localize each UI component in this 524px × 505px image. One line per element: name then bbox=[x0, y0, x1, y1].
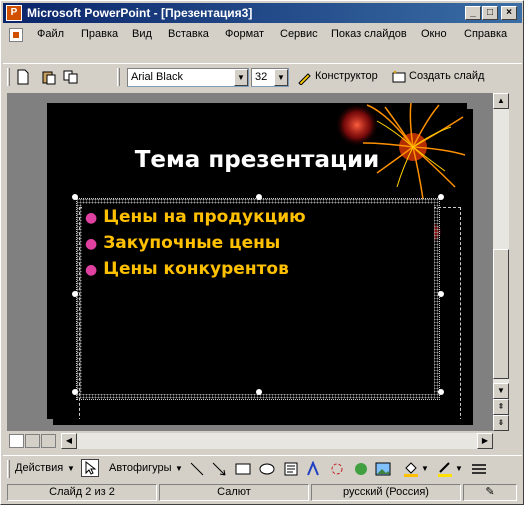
bullet-list: ● Цены на продукцию ● Закупочные цены ● Цен… bbox=[85, 207, 306, 285]
picture-icon[interactable] bbox=[375, 461, 391, 477]
bullet-text: Цены на продукцию bbox=[103, 207, 306, 227]
clipart-icon[interactable] bbox=[353, 461, 369, 477]
chevron-down-icon[interactable]: ▼ bbox=[455, 464, 463, 473]
window-title: Microsoft PowerPoint - [Презентация3] bbox=[27, 6, 253, 20]
diagram-icon[interactable] bbox=[329, 461, 345, 477]
scroll-up-button[interactable]: ▲ bbox=[493, 93, 509, 109]
spelling-icon[interactable]: ✎ bbox=[463, 484, 517, 501]
status-bar: Слайд 2 из 2 Салют русский (Россия) ✎ bbox=[3, 482, 522, 502]
menu-tools[interactable]: Сервис bbox=[280, 28, 318, 40]
designer-icon[interactable] bbox=[297, 69, 313, 85]
chevron-down-icon[interactable]: ▼ bbox=[234, 69, 248, 86]
line-icon[interactable] bbox=[189, 461, 205, 477]
powerpoint-window: P Microsoft PowerPoint - [Презентация3] … bbox=[0, 0, 524, 505]
document-icon[interactable] bbox=[9, 28, 23, 42]
new-slide-icon[interactable] bbox=[391, 69, 407, 85]
select-pointer-icon[interactable] bbox=[81, 459, 99, 477]
bullet-item[interactable]: ● Закупочные цены bbox=[85, 233, 306, 259]
status-design: Салют bbox=[159, 484, 309, 501]
resize-handle-tr[interactable] bbox=[438, 194, 444, 200]
slide-title[interactable]: Тема презентации bbox=[47, 147, 467, 173]
autoshapes-menu[interactable]: Автофигуры bbox=[109, 462, 172, 474]
actions-menu[interactable]: Действия bbox=[15, 462, 63, 474]
menu-edit[interactable]: Правка bbox=[81, 28, 118, 40]
font-name-combo[interactable]: Arial Black ▼ bbox=[127, 68, 249, 87]
close-button[interactable]: × bbox=[501, 6, 517, 20]
designer-button[interactable]: Конструктор bbox=[315, 70, 378, 82]
toolbar-grip-3[interactable] bbox=[7, 460, 10, 478]
next-slide-button[interactable]: ⇟ bbox=[493, 415, 509, 431]
drawing-toolbar: Действия ▼ Автофигуры ▼ ▼ ▼ bbox=[3, 455, 522, 479]
font-name-value: Arial Black bbox=[131, 71, 183, 83]
toolbar-grip[interactable] bbox=[7, 68, 10, 86]
font-size-value: 32 bbox=[255, 71, 268, 83]
slide-pane[interactable]: Тема презентации ● Цены на продукцию ● Зак… bbox=[7, 93, 493, 431]
status-language: русский (Россия) bbox=[311, 484, 461, 501]
status-slide-info: Слайд 2 из 2 bbox=[7, 484, 157, 501]
scroll-left-button[interactable]: ◀ bbox=[61, 433, 77, 449]
horizontal-scrollbar[interactable]: ◀ ▶ bbox=[61, 433, 493, 449]
line-color-icon[interactable] bbox=[437, 461, 453, 477]
rectangle-icon[interactable] bbox=[235, 461, 251, 477]
normal-view-icon[interactable] bbox=[9, 434, 24, 448]
wordart-icon[interactable] bbox=[305, 461, 321, 477]
vertical-scrollbar[interactable]: ▲ ▼ ⇞ ⇟ bbox=[493, 93, 509, 431]
bullet-item[interactable]: ● Цены на продукцию bbox=[85, 207, 306, 233]
menu-insert[interactable]: Вставка bbox=[168, 28, 209, 40]
maximize-button[interactable]: □ bbox=[482, 6, 498, 20]
chevron-down-icon[interactable]: ▼ bbox=[274, 69, 288, 86]
slide[interactable]: Тема презентации ● Цены на продукцию ● Зак… bbox=[47, 103, 467, 419]
scroll-thumb[interactable] bbox=[493, 249, 509, 379]
menu-format[interactable]: Формат bbox=[225, 28, 264, 40]
resize-handle-mr[interactable] bbox=[438, 291, 444, 297]
new-slide-button[interactable]: Создать слайд bbox=[409, 70, 484, 82]
menu-view[interactable]: Вид bbox=[132, 28, 152, 40]
menu-slideshow[interactable]: Показ слайдов bbox=[331, 28, 407, 40]
line-style-icon[interactable] bbox=[471, 461, 487, 477]
minimize-button[interactable]: _ bbox=[465, 6, 481, 20]
scroll-right-button[interactable]: ▶ bbox=[477, 433, 493, 449]
powerpoint-icon[interactable]: P bbox=[6, 5, 22, 21]
resize-handle-bc[interactable] bbox=[256, 389, 262, 395]
resize-handle-ml[interactable] bbox=[72, 291, 78, 297]
arrow-icon[interactable] bbox=[211, 461, 227, 477]
font-size-combo[interactable]: 32 ▼ bbox=[251, 68, 289, 87]
previous-slide-button[interactable]: ⇞ bbox=[493, 399, 509, 415]
bullet-text: Закупочные цены bbox=[103, 233, 281, 253]
scroll-down-button[interactable]: ▼ bbox=[493, 383, 509, 399]
resize-handle-tl[interactable] bbox=[72, 194, 78, 200]
paste-icon[interactable] bbox=[41, 69, 57, 85]
slide-sorter-view-icon[interactable] bbox=[25, 434, 40, 448]
title-bar[interactable]: P Microsoft PowerPoint - [Презентация3] … bbox=[3, 3, 522, 23]
slideshow-view-icon[interactable] bbox=[41, 434, 56, 448]
formatting-toolbar: Arial Black ▼ 32 ▼ Конструктор Создать с… bbox=[3, 63, 522, 89]
fill-color-icon[interactable] bbox=[403, 461, 419, 477]
copy-icon[interactable] bbox=[63, 69, 79, 85]
resize-handle-bl[interactable] bbox=[72, 389, 78, 395]
menu-help[interactable]: Справка bbox=[464, 28, 507, 40]
resize-handle-br[interactable] bbox=[438, 389, 444, 395]
view-buttons bbox=[7, 433, 61, 449]
bullet-text: Цены конкурентов bbox=[103, 259, 289, 279]
new-document-icon[interactable] bbox=[15, 69, 31, 85]
oval-icon[interactable] bbox=[259, 461, 275, 477]
menu-bar: Файл Правка Вид Вставка Формат Сервис По… bbox=[3, 25, 522, 45]
resize-handle-tc[interactable] bbox=[256, 194, 262, 200]
bullet-item[interactable]: ● Цены конкурентов bbox=[85, 259, 306, 285]
textbox-icon[interactable] bbox=[283, 461, 299, 477]
chevron-down-icon[interactable]: ▼ bbox=[421, 464, 429, 473]
menu-window[interactable]: Окно bbox=[421, 28, 447, 40]
chevron-down-icon[interactable]: ▼ bbox=[67, 464, 75, 473]
chevron-down-icon[interactable]: ▼ bbox=[175, 464, 183, 473]
menu-file[interactable]: Файл bbox=[37, 28, 64, 40]
toolbar-grip-2[interactable] bbox=[117, 68, 120, 86]
